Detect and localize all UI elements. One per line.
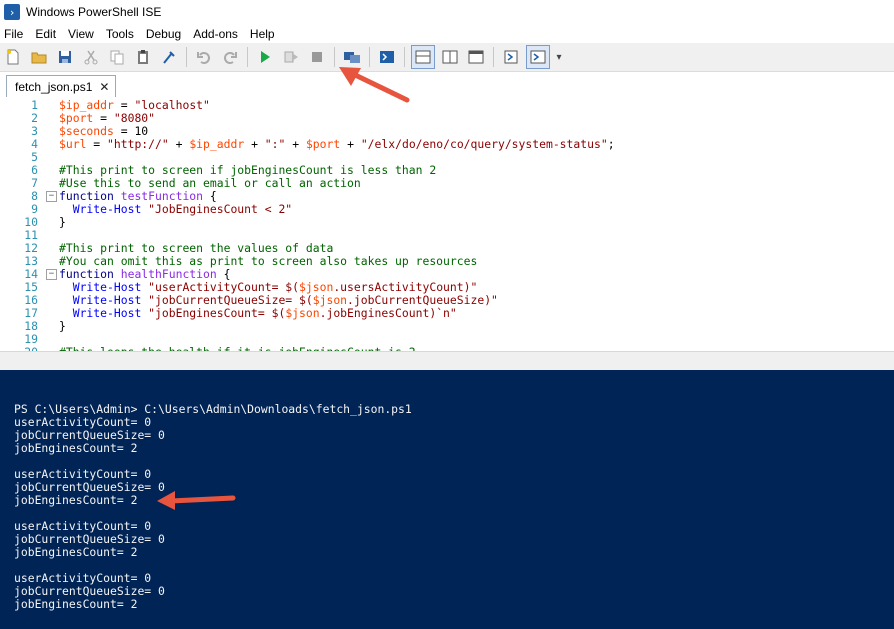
cut-icon[interactable] (80, 46, 102, 68)
console-line: jobEnginesCount= 2 (14, 441, 138, 455)
stop-icon[interactable] (306, 46, 328, 68)
undo-icon[interactable] (193, 46, 215, 68)
run-selection-icon[interactable] (280, 46, 302, 68)
menu-edit[interactable]: Edit (29, 27, 62, 41)
copy-icon[interactable] (106, 46, 128, 68)
commands-addon-icon[interactable] (500, 46, 522, 68)
menu-view[interactable]: View (62, 27, 100, 41)
show-script-pane-icon[interactable] (526, 45, 550, 69)
code-line[interactable]: 4 $url = "http://" + $ip_addr + ":" + $po… (0, 138, 894, 151)
open-folder-icon[interactable] (28, 46, 50, 68)
title-bar: › Windows PowerShell ISE (0, 0, 894, 24)
paste-icon[interactable] (132, 46, 154, 68)
toolbar: ▾ (0, 43, 894, 72)
annotation-arrow-output (157, 491, 236, 510)
code-line[interactable]: 17 Write-Host "jobEnginesCount= $($json.… (0, 307, 894, 320)
collapse-icon[interactable]: − (46, 269, 57, 280)
toolbar-separator (186, 47, 187, 67)
show-script-pane-right-icon[interactable] (439, 46, 461, 68)
new-file-icon[interactable] (2, 46, 24, 68)
run-script-icon[interactable] (254, 46, 276, 68)
menu-addons[interactable]: Add-ons (187, 27, 244, 41)
code-text: Write-Host "jobEnginesCount= $($json.job… (72, 306, 457, 320)
console-line: jobEnginesCount= 2 (14, 597, 138, 611)
code-text: } (59, 319, 66, 333)
clear-console-icon[interactable] (158, 46, 180, 68)
window-title: Windows PowerShell ISE (26, 5, 162, 19)
code-text: } (59, 215, 66, 229)
script-tab-strip: fetch_json.ps1 ✕ (0, 72, 894, 98)
console-line: jobEnginesCount= 2 (14, 545, 138, 559)
console-line: jobEnginesCount= 2 (14, 493, 138, 507)
toolbar-separator (493, 47, 494, 67)
tab-label: fetch_json.ps1 (15, 79, 93, 94)
code-line[interactable]: 18} (0, 320, 894, 333)
tab-fetch-json[interactable]: fetch_json.ps1 ✕ (6, 75, 117, 97)
save-icon[interactable] (54, 46, 76, 68)
console-pane[interactable]: PS C:\Users\Admin> C:\Users\Admin\Downlo… (0, 370, 894, 629)
toolbar-overflow-icon[interactable]: ▾ (554, 46, 564, 68)
menu-tools[interactable]: Tools (100, 27, 140, 41)
code-text: Write-Host "JobEnginesCount < 2" (72, 202, 293, 216)
annotation-arrow-run (339, 67, 410, 103)
menu-help[interactable]: Help (244, 27, 281, 41)
menu-file[interactable]: File (0, 27, 29, 41)
close-icon[interactable]: ✕ (99, 80, 109, 94)
powershell-app-icon: › (4, 4, 20, 20)
menu-bar: File Edit View Tools Debug Add-ons Help (0, 24, 894, 43)
pane-splitter[interactable] (0, 351, 894, 371)
code-text: $url = "http://" + $ip_addr + ":" + $por… (59, 137, 615, 151)
redo-icon[interactable] (219, 46, 241, 68)
code-line[interactable]: 10} (0, 216, 894, 229)
menu-debug[interactable]: Debug (140, 27, 187, 41)
toolbar-separator (247, 47, 248, 67)
show-script-pane-max-icon[interactable] (465, 46, 487, 68)
code-line[interactable]: 9 Write-Host "JobEnginesCount < 2" (0, 203, 894, 216)
collapse-icon[interactable]: − (46, 191, 57, 202)
script-editor[interactable]: 1 $ip_addr = "localhost" 2 $port = "8080" 3 $… (0, 97, 894, 351)
